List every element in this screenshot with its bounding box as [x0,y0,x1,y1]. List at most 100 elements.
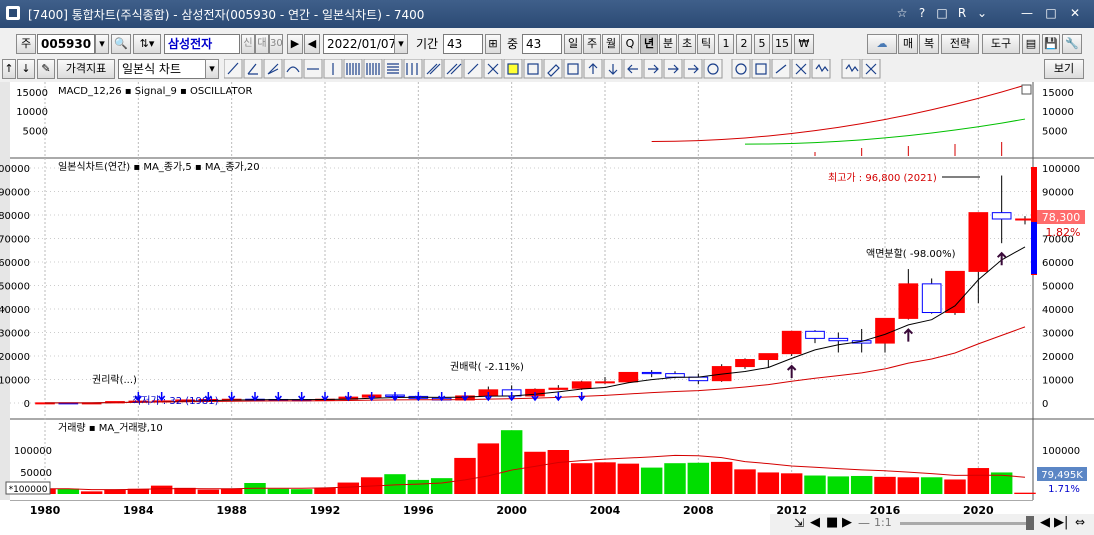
scroll-down-icon[interactable]: ↓ [17,59,35,79]
market-selector[interactable]: 주 [16,34,36,54]
chart-area[interactable]: › 10000010000090000900008000080000700007… [0,82,1094,535]
x-axis-label: 1992 [310,504,341,517]
panel-menu-icon[interactable] [1021,84,1032,95]
macd-tick-left: 10000 [16,107,48,118]
period-tick-button[interactable]: 틱 [697,34,715,54]
volume-bar [570,463,593,494]
candle-body [758,353,779,361]
period-second-button[interactable]: 초 [678,34,696,54]
x-axis-label: 2008 [683,504,714,517]
volume-unit: *100000 [9,485,48,495]
period-week-button[interactable]: 주 [583,34,601,54]
price-tick-right: 20000 [1042,352,1074,363]
price-legend: 일본식차트(연간) ▪ MA_종가,5 ▪ MA_종가,20 [58,161,260,173]
volume-bar [1014,492,1036,494]
drawing-tools[interactable] [224,59,884,79]
scroll-thumb[interactable] [1026,516,1034,530]
settings-icon[interactable]: 🔧 [1062,34,1082,54]
save-icon[interactable]: 💾 [1042,34,1060,54]
period-day-button[interactable]: 일 [564,34,582,54]
main-toolbar: 주 005930 ▾ 🔍 ⇅▾ 삼성전자 신 대 30 ▶ ◀ 2022/01/… [0,30,1094,57]
buy-button[interactable]: 매 [898,34,918,54]
prev-page-icon[interactable]: ◀ [1040,515,1050,530]
volume-bar [547,450,570,494]
volume-bar [757,472,780,494]
overlap-input[interactable]: 43 [522,34,562,54]
price-tick-right: 30000 [1042,329,1074,340]
price-tick-right: 0 [1042,399,1048,410]
reset-icon[interactable]: R [953,5,971,21]
volume-bar [57,488,80,494]
search-icon[interactable]: 🔍 [111,34,131,54]
x-axis-label: 1980 [30,504,61,517]
price-indicator-button[interactable]: 가격지표 [57,59,115,79]
interval-1-button[interactable]: 1 [718,34,734,54]
volume-bar [850,475,873,494]
candle-body [618,371,639,383]
chart-canvas[interactable]: › 10000010000090000900008000080000700007… [0,82,1094,514]
rights-arrow [554,392,562,402]
minimize-button[interactable]: — [1018,5,1036,21]
high-price-label: 최고가 : 96,800 (2021) [828,172,937,184]
ratio-icon[interactable]: 1:1 [874,516,892,529]
volume-bar [944,479,966,494]
date-input[interactable]: 2022/01/07 [323,34,396,54]
play-back-icon[interactable]: ◀ [810,515,820,530]
period-input[interactable]: 43 [443,34,483,54]
period-minute-button[interactable]: 분 [659,34,677,54]
signal-arrow [903,328,914,342]
candle-body [548,387,569,390]
volume-bar [407,479,430,494]
volume-change-pct: 1.71% [1048,484,1080,495]
favorite-icon[interactable]: ☆ [893,5,911,21]
help-icon[interactable]: ? [913,5,931,21]
interval-15-button[interactable]: 15 [772,34,792,54]
scroll-up-icon[interactable]: ↑ [2,59,16,79]
period-spin-icon[interactable]: ⊞ [485,34,501,54]
view-button[interactable]: 보기 [1044,59,1084,79]
interval-2-button[interactable]: 2 [736,34,752,54]
candle-body [781,330,802,355]
volume-bar [710,461,733,494]
period-year-button[interactable]: 년 [640,34,658,54]
cloud-icon[interactable]: ☁ [867,34,897,54]
restore-button[interactable]: 복 [919,34,939,54]
dropdown-icon[interactable]: ⌄ [973,5,991,21]
window-split-icon[interactable]: □ [933,5,951,21]
candle-body [968,212,989,272]
prev-stock-button[interactable]: ◀ [304,34,320,54]
strategy-button[interactable]: 전략 [941,34,979,54]
scroll-track[interactable] [900,522,1026,525]
currency-button[interactable]: ₩ [794,34,814,54]
zoom-out-icon[interactable]: ⇲ [794,516,804,530]
candle-body [595,381,615,384]
candle-body [991,212,1012,220]
interval-5-button[interactable]: 5 [754,34,770,54]
chart-type-dropdown-icon[interactable]: ▾ [205,59,219,79]
minus-icon[interactable]: — [858,516,870,530]
chart-type-select[interactable]: 일본식 차트 [118,59,206,79]
left-collapse-strip[interactable] [0,82,10,514]
maximize-button[interactable]: □ [1042,5,1060,21]
date-dropdown-icon[interactable]: ▾ [394,34,408,54]
current-volume: 79,495K [1041,470,1083,481]
fit-icon[interactable]: ⇔ [1075,515,1085,529]
price-tick-left: 40000 [0,305,30,316]
next-stock-button[interactable]: ▶ [287,34,303,54]
tools-button[interactable]: 도구 [982,34,1020,54]
macd-tick-right: 15000 [1042,88,1074,99]
period-quarter-button[interactable]: Q [621,34,639,54]
play-forward-icon[interactable]: ▶ [842,515,852,530]
app-icon [6,6,20,20]
volume-bar [920,477,943,494]
end-icon[interactable]: ▶| [1054,515,1068,530]
close-button[interactable]: ✕ [1066,5,1084,21]
x-axis-label: 2000 [496,504,527,517]
period-month-button[interactable]: 월 [602,34,620,54]
layout-icon[interactable]: ▤ [1022,34,1040,54]
stock-code-input[interactable]: 005930 [37,34,95,54]
sort-icon[interactable]: ⇅▾ [133,34,161,54]
stop-icon[interactable]: ■ [826,515,838,530]
code-dropdown-icon[interactable]: ▾ [95,34,109,54]
edit-icon[interactable]: ✎ [37,59,55,79]
